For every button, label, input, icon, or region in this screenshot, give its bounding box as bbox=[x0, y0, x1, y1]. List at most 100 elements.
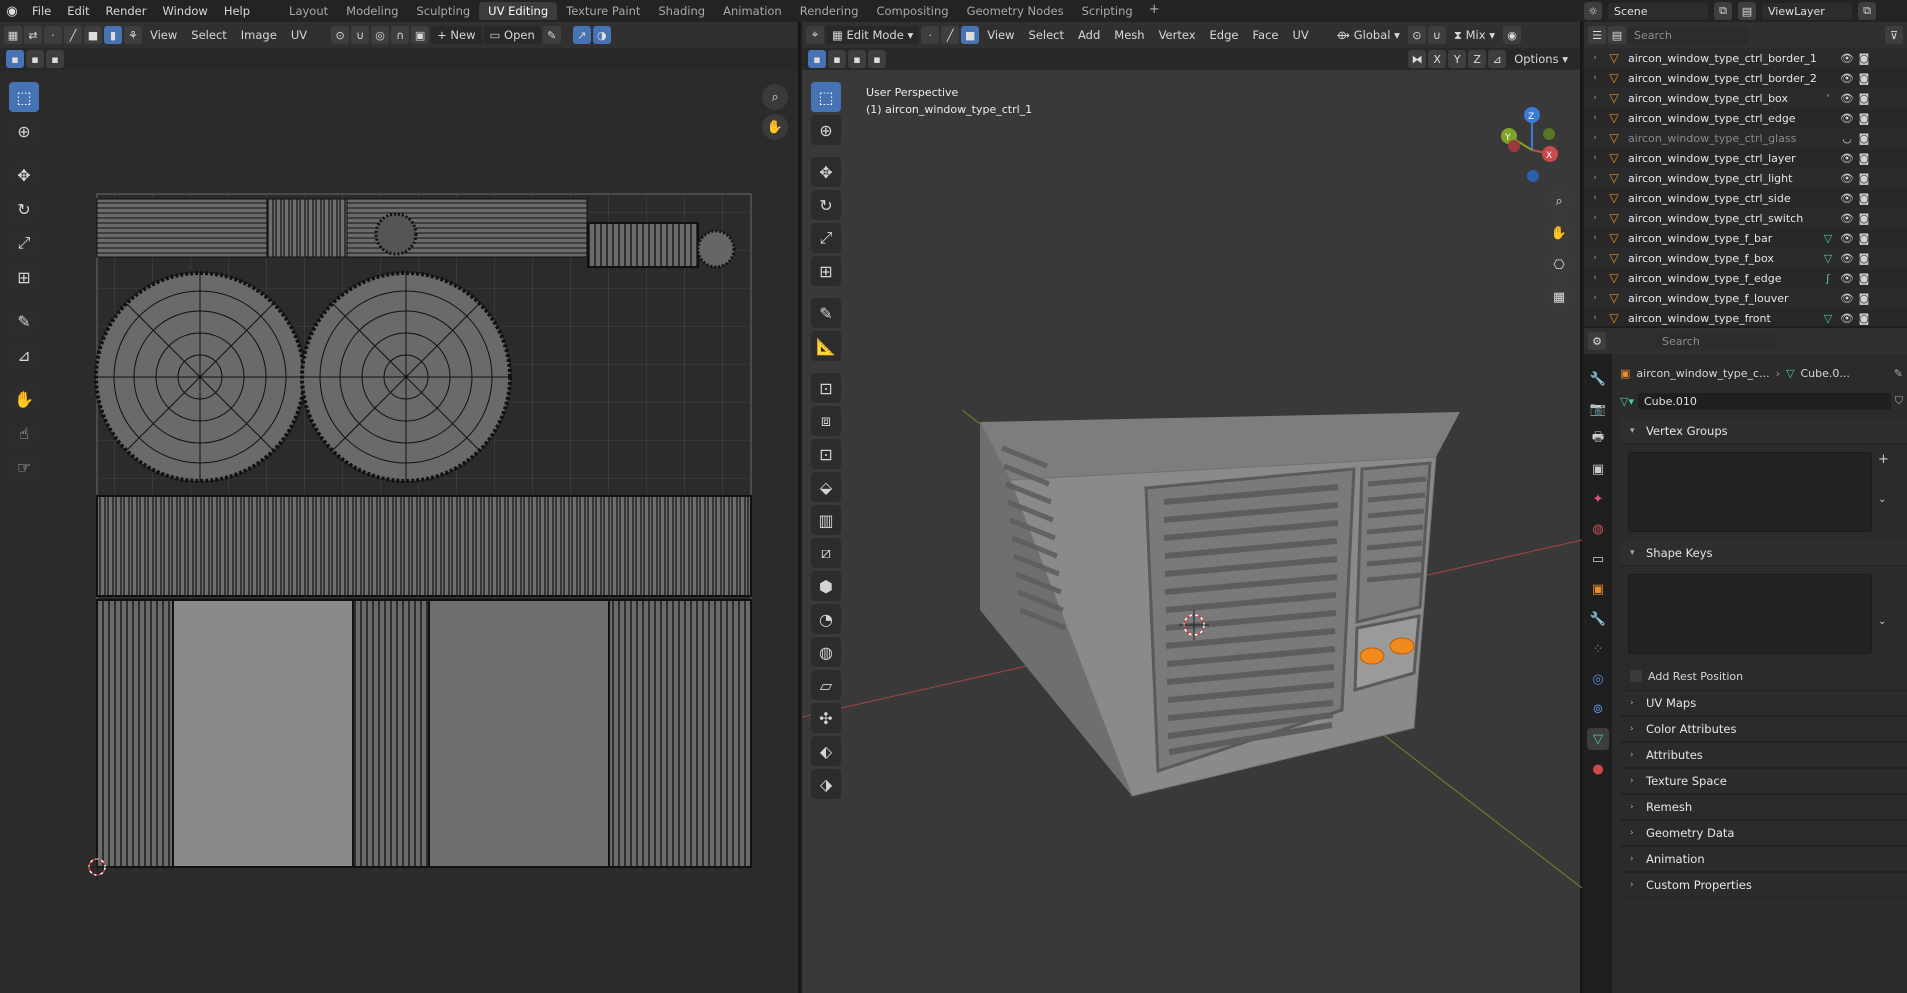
expand-arrow-icon[interactable]: › bbox=[1584, 93, 1606, 103]
render-camera-icon[interactable]: ◙ bbox=[1856, 152, 1872, 165]
mode-selector[interactable]: ▦ Edit Mode ▾ bbox=[826, 26, 920, 44]
vertex-groups-panel-header[interactable]: ▾ Vertex Groups bbox=[1620, 418, 1907, 444]
tab-modeling[interactable]: Modeling bbox=[337, 2, 407, 20]
expand-arrow-icon[interactable]: › bbox=[1584, 113, 1606, 123]
ortho-toggle-icon[interactable]: ▦ bbox=[1546, 284, 1572, 310]
outliner-row[interactable]: › ▽ aircon_window_type_ctrl_edge 👁 ◙ bbox=[1584, 108, 1907, 128]
vp-annotate-tool-icon[interactable]: ✎ bbox=[811, 298, 841, 328]
add-vertex-group-button[interactable]: + bbox=[1878, 452, 1889, 467]
panel-header[interactable]: › Texture Space bbox=[1620, 768, 1907, 794]
tab-animation[interactable]: Animation bbox=[714, 2, 791, 20]
mirror-y-toggle[interactable]: Y bbox=[1448, 50, 1467, 68]
menu-help[interactable]: Help bbox=[216, 0, 258, 22]
outliner-row[interactable]: › ▽ aircon_window_type_front ▽ 👁 ◙ bbox=[1584, 308, 1907, 328]
render-camera-icon[interactable]: ◙ bbox=[1856, 92, 1872, 105]
rip-region-tool-icon[interactable]: ⬗ bbox=[811, 769, 841, 799]
scene-selector[interactable]: Scene bbox=[1608, 2, 1708, 20]
outliner-item-label[interactable]: aircon_window_type_ctrl_glass bbox=[1628, 132, 1818, 145]
outliner-item-label[interactable]: aircon_window_type_f_edge bbox=[1628, 272, 1818, 285]
outliner-item-label[interactable]: aircon_window_type_ctrl_border_2 bbox=[1628, 72, 1818, 85]
outliner-row[interactable]: › ▽ aircon_window_type_ctrl_border_1 👁 ◙ bbox=[1584, 48, 1907, 68]
outliner-item-label[interactable]: aircon_window_type_ctrl_light bbox=[1628, 172, 1818, 185]
mirror-icon[interactable]: ⧓ bbox=[1408, 50, 1427, 68]
outliner-row[interactable]: › ▽ aircon_window_type_ctrl_glass ◡ ◙ bbox=[1584, 128, 1907, 148]
render-camera-icon[interactable]: ◙ bbox=[1856, 312, 1872, 325]
vertex-groups-list[interactable] bbox=[1628, 452, 1872, 532]
shading-mix-dropdown[interactable]: ⧗ Mix ▾ bbox=[1448, 26, 1501, 44]
view-layer-selector[interactable]: ViewLayer bbox=[1762, 2, 1852, 20]
visibility-eye-icon[interactable]: 👁 bbox=[1838, 292, 1856, 305]
expand-arrow-icon[interactable]: › bbox=[1584, 173, 1606, 183]
options-dropdown[interactable]: Options ▾ bbox=[1508, 50, 1574, 68]
menu-window[interactable]: Window bbox=[154, 0, 215, 22]
outliner-item-label[interactable]: aircon_window_type_ctrl_switch bbox=[1628, 212, 1818, 225]
render-camera-icon[interactable]: ◙ bbox=[1856, 212, 1872, 225]
vp-menu-select[interactable]: Select bbox=[1023, 26, 1070, 44]
outliner-item-label[interactable]: aircon_window_type_front bbox=[1628, 312, 1818, 325]
tool-tab-icon[interactable]: 🔧 bbox=[1587, 368, 1609, 390]
transform-orientation-dropdown[interactable]: ⟴ Global ▾ bbox=[1331, 26, 1406, 44]
viewport-editor-type-icon[interactable]: ⌖ bbox=[806, 26, 824, 44]
outliner-row[interactable]: › ▽ aircon_window_type_f_box ▽ 👁 ◙ bbox=[1584, 248, 1907, 268]
breadcrumb-object[interactable]: aircon_window_type_c... bbox=[1636, 367, 1769, 380]
tab-layout[interactable]: Layout bbox=[280, 2, 337, 20]
vp-menu-view[interactable]: View bbox=[981, 26, 1020, 44]
panel-header[interactable]: › Attributes bbox=[1620, 742, 1907, 768]
visibility-eye-icon[interactable]: 👁 bbox=[1838, 232, 1856, 245]
visibility-eye-icon[interactable]: 👁 bbox=[1838, 52, 1856, 65]
material-tab-icon[interactable]: ● bbox=[1587, 758, 1609, 780]
snapping-icon[interactable]: ∪ bbox=[1427, 26, 1446, 44]
render-camera-icon[interactable]: ◙ bbox=[1856, 272, 1872, 285]
tab-texture-paint[interactable]: Texture Paint bbox=[557, 2, 649, 20]
add-rest-position-checkbox[interactable] bbox=[1630, 670, 1642, 682]
visibility-eye-icon[interactable]: 👁 bbox=[1838, 212, 1856, 225]
auto-merge-icon[interactable]: ⊿ bbox=[1488, 50, 1507, 68]
add-workspace-button[interactable]: + bbox=[1142, 2, 1167, 20]
outliner-row[interactable]: › ▽ aircon_window_type_ctrl_border_2 👁 ◙ bbox=[1584, 68, 1907, 88]
collection-tab-icon[interactable]: ▭ bbox=[1587, 548, 1609, 570]
viewport-scene[interactable]: Z X Y bbox=[802, 70, 1582, 993]
pin-properties-icon[interactable]: ✎ bbox=[1894, 367, 1903, 380]
render-camera-icon[interactable]: ◙ bbox=[1856, 192, 1872, 205]
outliner-row[interactable]: › ▽ aircon_window_type_f_bar ▽ 👁 ◙ bbox=[1584, 228, 1907, 248]
camera-view-icon[interactable]: ⎔ bbox=[1546, 252, 1572, 278]
render-camera-icon[interactable]: ◙ bbox=[1856, 112, 1872, 125]
vp-pan-icon[interactable]: ✋ bbox=[1546, 220, 1572, 246]
display-mode-icon[interactable]: ▤ bbox=[1608, 26, 1626, 44]
expand-arrow-icon[interactable]: › bbox=[1584, 273, 1606, 283]
visibility-eye-icon[interactable]: ◡ bbox=[1838, 132, 1856, 145]
visibility-eye-icon[interactable]: 👁 bbox=[1838, 192, 1856, 205]
expand-arrow-icon[interactable]: › bbox=[1584, 193, 1606, 203]
tab-uv-editing[interactable]: UV Editing bbox=[479, 2, 558, 20]
outliner-item-label[interactable]: aircon_window_type_ctrl_layer bbox=[1628, 152, 1818, 165]
visibility-eye-icon[interactable]: 👁 bbox=[1838, 112, 1856, 125]
expand-arrow-icon[interactable]: › bbox=[1584, 233, 1606, 243]
expand-arrow-icon[interactable]: › bbox=[1584, 133, 1606, 143]
panel-header[interactable]: › Color Attributes bbox=[1620, 716, 1907, 742]
physics-tab-icon[interactable]: ◎ bbox=[1587, 668, 1609, 690]
inset-tool-icon[interactable]: ⊡ bbox=[811, 439, 841, 469]
vp-select-box-tool-icon[interactable]: ⬚ bbox=[811, 82, 841, 112]
particles-tab-icon[interactable]: ⁘ bbox=[1587, 638, 1609, 660]
expand-arrow-icon[interactable]: › bbox=[1584, 53, 1606, 63]
vp-select-subtract-icon[interactable]: ▪ bbox=[848, 50, 866, 68]
shape-keys-panel-header[interactable]: ▾ Shape Keys bbox=[1620, 540, 1907, 566]
outliner-item-label[interactable]: aircon_window_type_f_bar bbox=[1628, 232, 1818, 245]
constraints-tab-icon[interactable]: ⊚ bbox=[1587, 698, 1609, 720]
face-mode-icon[interactable]: ■ bbox=[961, 26, 980, 44]
render-camera-icon[interactable]: ◙ bbox=[1856, 72, 1872, 85]
edge-slide-tool-icon[interactable]: ▱ bbox=[811, 670, 841, 700]
world-tab-icon[interactable]: ◍ bbox=[1587, 518, 1609, 540]
outliner-item-label[interactable]: aircon_window_type_ctrl_box bbox=[1628, 92, 1818, 105]
vp-scale-tool-icon[interactable]: ⤢ bbox=[811, 223, 841, 253]
vp-cursor-tool-icon[interactable]: ⊕ bbox=[811, 115, 841, 145]
poly-build-tool-icon[interactable]: ⬢ bbox=[811, 571, 841, 601]
outliner-filter-icon[interactable]: ⊽ bbox=[1885, 26, 1903, 44]
vertex-mode-icon[interactable]: · bbox=[921, 26, 940, 44]
outliner-search-input[interactable]: Search bbox=[1628, 26, 1748, 44]
shear-tool-icon[interactable]: ⬖ bbox=[811, 736, 841, 766]
outliner-item-label[interactable]: aircon_window_type_f_louver bbox=[1628, 292, 1818, 305]
mirror-z-toggle[interactable]: Z bbox=[1468, 50, 1487, 68]
render-camera-icon[interactable]: ◙ bbox=[1856, 252, 1872, 265]
properties-search-input[interactable]: Search bbox=[1656, 332, 1776, 350]
